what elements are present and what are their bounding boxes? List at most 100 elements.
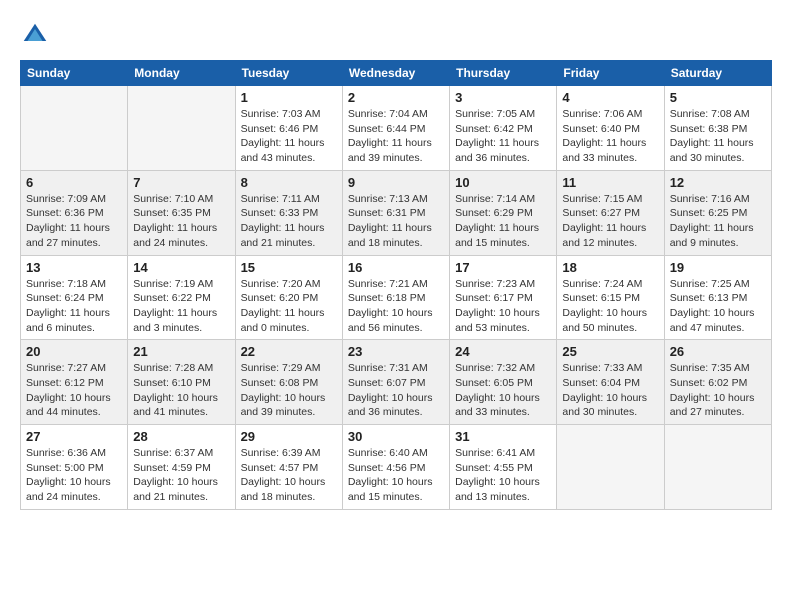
calendar-header-thursday: Thursday <box>450 61 557 86</box>
day-number: 25 <box>562 344 658 359</box>
day-number: 27 <box>26 429 122 444</box>
calendar-cell: 29 Sunrise: 6:39 AMSunset: 4:57 PMDayligh… <box>235 425 342 510</box>
calendar-cell: 23 Sunrise: 7:31 AMSunset: 6:07 PMDayligh… <box>342 340 449 425</box>
day-info: Sunrise: 7:32 AMSunset: 6:05 PMDaylight:… <box>455 361 551 420</box>
day-number: 7 <box>133 175 229 190</box>
calendar-cell: 7 Sunrise: 7:10 AMSunset: 6:35 PMDaylight… <box>128 170 235 255</box>
day-info: Sunrise: 7:16 AMSunset: 6:25 PMDaylight:… <box>670 192 766 251</box>
day-number: 23 <box>348 344 444 359</box>
day-number: 5 <box>670 90 766 105</box>
day-info: Sunrise: 7:23 AMSunset: 6:17 PMDaylight:… <box>455 277 551 336</box>
calendar-cell: 3 Sunrise: 7:05 AMSunset: 6:42 PMDaylight… <box>450 86 557 171</box>
calendar-cell: 16Sunrise: 7:21 AMSunset: 6:18 PMDayligh… <box>342 255 449 340</box>
calendar-cell: 9Sunrise: 7:13 AMSunset: 6:31 PMDaylight… <box>342 170 449 255</box>
day-number: 24 <box>455 344 551 359</box>
day-number: 11 <box>562 175 658 190</box>
day-info: Sunrise: 7:33 AMSunset: 6:04 PMDaylight:… <box>562 361 658 420</box>
calendar-table: SundayMondayTuesdayWednesdayThursdayFrid… <box>20 60 772 510</box>
calendar-week-row: 13 Sunrise: 7:18 AMSunset: 6:24 PMDayligh… <box>21 255 772 340</box>
calendar-cell <box>557 425 664 510</box>
day-number: 14 <box>133 260 229 275</box>
day-info: Sunrise: 7:04 AMSunset: 6:44 PMDaylight:… <box>348 107 444 166</box>
day-number: 17 <box>455 260 551 275</box>
day-number: 9 <box>348 175 444 190</box>
day-number: 18 <box>562 260 658 275</box>
calendar-header-sunday: Sunday <box>21 61 128 86</box>
day-info: Sunrise: 7:27 AMSunset: 6:12 PMDaylight:… <box>26 361 122 420</box>
calendar-week-row: 6 Sunrise: 7:09 AMSunset: 6:36 PMDaylight… <box>21 170 772 255</box>
day-number: 30 <box>348 429 444 444</box>
day-number: 15 <box>241 260 337 275</box>
calendar-cell: 18 Sunrise: 7:24 AMSunset: 6:15 PMDayligh… <box>557 255 664 340</box>
calendar-cell: 25 Sunrise: 7:33 AMSunset: 6:04 PMDayligh… <box>557 340 664 425</box>
day-info: Sunrise: 7:21 AMSunset: 6:18 PMDaylight:… <box>348 277 444 336</box>
calendar-cell: 19 Sunrise: 7:25 AMSunset: 6:13 PMDayligh… <box>664 255 771 340</box>
calendar-week-row: 20 Sunrise: 7:27 AMSunset: 6:12 PMDayligh… <box>21 340 772 425</box>
day-number: 4 <box>562 90 658 105</box>
calendar-header-monday: Monday <box>128 61 235 86</box>
calendar-cell: 22 Sunrise: 7:29 AMSunset: 6:08 PMDayligh… <box>235 340 342 425</box>
calendar-cell: 21 Sunrise: 7:28 AMSunset: 6:10 PMDayligh… <box>128 340 235 425</box>
day-info: Sunrise: 7:10 AMSunset: 6:35 PMDaylight:… <box>133 192 229 251</box>
day-info: Sunrise: 7:19 AMSunset: 6:22 PMDaylight:… <box>133 277 229 336</box>
calendar-cell: 2Sunrise: 7:04 AMSunset: 6:44 PMDaylight… <box>342 86 449 171</box>
calendar-cell: 27Sunrise: 6:36 AMSunset: 5:00 PMDayligh… <box>21 425 128 510</box>
calendar-cell: 20 Sunrise: 7:27 AMSunset: 6:12 PMDayligh… <box>21 340 128 425</box>
day-info: Sunrise: 7:29 AMSunset: 6:08 PMDaylight:… <box>241 361 337 420</box>
calendar-cell <box>664 425 771 510</box>
day-number: 22 <box>241 344 337 359</box>
calendar-week-row: 27Sunrise: 6:36 AMSunset: 5:00 PMDayligh… <box>21 425 772 510</box>
day-info: Sunrise: 7:24 AMSunset: 6:15 PMDaylight:… <box>562 277 658 336</box>
day-number: 19 <box>670 260 766 275</box>
day-number: 31 <box>455 429 551 444</box>
day-number: 8 <box>241 175 337 190</box>
logo <box>20 20 54 50</box>
day-number: 12 <box>670 175 766 190</box>
calendar-cell: 5 Sunrise: 7:08 AMSunset: 6:38 PMDaylight… <box>664 86 771 171</box>
calendar-cell: 6 Sunrise: 7:09 AMSunset: 6:36 PMDaylight… <box>21 170 128 255</box>
day-info: Sunrise: 7:14 AMSunset: 6:29 PMDaylight:… <box>455 192 551 251</box>
day-info: Sunrise: 6:39 AMSunset: 4:57 PMDaylight:… <box>241 446 337 505</box>
day-info: Sunrise: 7:06 AMSunset: 6:40 PMDaylight:… <box>562 107 658 166</box>
day-info: Sunrise: 7:18 AMSunset: 6:24 PMDaylight:… <box>26 277 122 336</box>
day-number: 28 <box>133 429 229 444</box>
day-number: 3 <box>455 90 551 105</box>
page-header <box>20 20 772 50</box>
day-number: 29 <box>241 429 337 444</box>
day-number: 20 <box>26 344 122 359</box>
day-info: Sunrise: 7:28 AMSunset: 6:10 PMDaylight:… <box>133 361 229 420</box>
day-info: Sunrise: 7:31 AMSunset: 6:07 PMDaylight:… <box>348 361 444 420</box>
day-info: Sunrise: 6:37 AMSunset: 4:59 PMDaylight:… <box>133 446 229 505</box>
calendar-cell: 24 Sunrise: 7:32 AMSunset: 6:05 PMDayligh… <box>450 340 557 425</box>
day-info: Sunrise: 7:08 AMSunset: 6:38 PMDaylight:… <box>670 107 766 166</box>
day-info: Sunrise: 7:03 AMSunset: 6:46 PMDaylight:… <box>241 107 337 166</box>
calendar-cell: 28 Sunrise: 6:37 AMSunset: 4:59 PMDayligh… <box>128 425 235 510</box>
calendar-cell: 8 Sunrise: 7:11 AMSunset: 6:33 PMDaylight… <box>235 170 342 255</box>
day-info: Sunrise: 7:15 AMSunset: 6:27 PMDaylight:… <box>562 192 658 251</box>
day-info: Sunrise: 7:11 AMSunset: 6:33 PMDaylight:… <box>241 192 337 251</box>
day-number: 10 <box>455 175 551 190</box>
calendar-header-wednesday: Wednesday <box>342 61 449 86</box>
day-info: Sunrise: 6:41 AMSunset: 4:55 PMDaylight:… <box>455 446 551 505</box>
day-info: Sunrise: 7:25 AMSunset: 6:13 PMDaylight:… <box>670 277 766 336</box>
day-number: 26 <box>670 344 766 359</box>
calendar-cell <box>21 86 128 171</box>
calendar-cell: 31 Sunrise: 6:41 AMSunset: 4:55 PMDayligh… <box>450 425 557 510</box>
calendar-cell: 15 Sunrise: 7:20 AMSunset: 6:20 PMDayligh… <box>235 255 342 340</box>
day-number: 6 <box>26 175 122 190</box>
day-number: 1 <box>241 90 337 105</box>
day-info: Sunrise: 7:05 AMSunset: 6:42 PMDaylight:… <box>455 107 551 166</box>
calendar-week-row: 1 Sunrise: 7:03 AMSunset: 6:46 PMDaylight… <box>21 86 772 171</box>
calendar-header-row: SundayMondayTuesdayWednesdayThursdayFrid… <box>21 61 772 86</box>
day-info: Sunrise: 7:20 AMSunset: 6:20 PMDaylight:… <box>241 277 337 336</box>
calendar-header-friday: Friday <box>557 61 664 86</box>
day-number: 13 <box>26 260 122 275</box>
day-info: Sunrise: 7:09 AMSunset: 6:36 PMDaylight:… <box>26 192 122 251</box>
calendar-cell: 11 Sunrise: 7:15 AMSunset: 6:27 PMDayligh… <box>557 170 664 255</box>
calendar-cell: 30Sunrise: 6:40 AMSunset: 4:56 PMDayligh… <box>342 425 449 510</box>
day-info: Sunrise: 7:35 AMSunset: 6:02 PMDaylight:… <box>670 361 766 420</box>
day-number: 21 <box>133 344 229 359</box>
calendar-cell: 26 Sunrise: 7:35 AMSunset: 6:02 PMDayligh… <box>664 340 771 425</box>
calendar-cell <box>128 86 235 171</box>
calendar-cell: 4 Sunrise: 7:06 AMSunset: 6:40 PMDaylight… <box>557 86 664 171</box>
